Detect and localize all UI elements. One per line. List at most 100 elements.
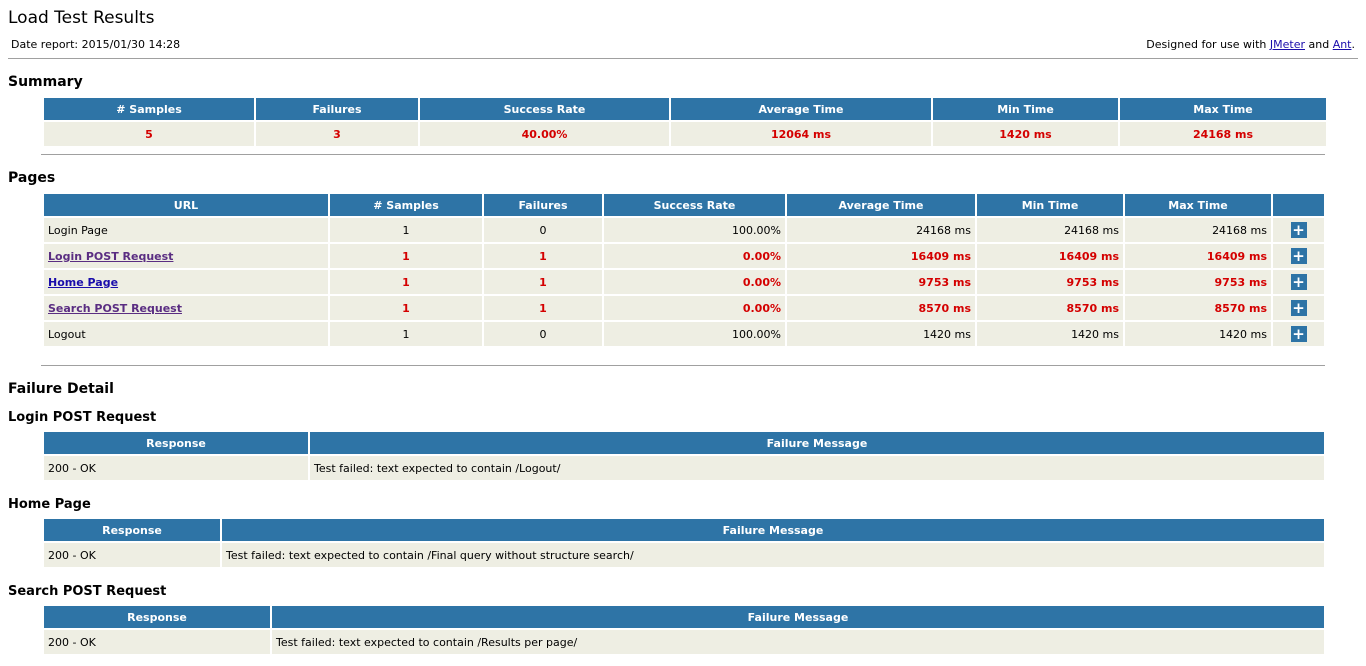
ant-link[interactable]: Ant bbox=[1333, 38, 1352, 51]
table-row: Home Page 1 1 0.00% 9753 ms 9753 ms 9753… bbox=[44, 270, 1324, 294]
summary-heading: Summary bbox=[8, 74, 83, 90]
page-success-rate: 100.00% bbox=[604, 218, 785, 242]
page-max-time: 1420 ms bbox=[1125, 322, 1271, 346]
page-url: Logout bbox=[44, 322, 328, 346]
failure-header-response: Response bbox=[44, 432, 308, 454]
expand-plus-icon[interactable]: + bbox=[1290, 222, 1307, 238]
summary-values-row: 5 3 40.00% 12064 ms 1420 ms 24168 ms bbox=[44, 122, 1326, 146]
page-max-time: 9753 ms bbox=[1125, 270, 1271, 294]
page-failures: 1 bbox=[484, 244, 602, 268]
expand-cell: + bbox=[1273, 296, 1324, 320]
table-row: 200 - OK Test failed: text expected to c… bbox=[44, 630, 1324, 654]
pages-header-average-time: Average Time bbox=[787, 194, 975, 216]
report-date: Date report: 2015/01/30 14:28 bbox=[11, 38, 181, 51]
expand-plus-icon[interactable]: + bbox=[1290, 274, 1307, 290]
summary-min-time: 1420 ms bbox=[933, 122, 1118, 146]
designed-suffix: . bbox=[1351, 38, 1356, 51]
page-samples: 1 bbox=[330, 244, 482, 268]
page-samples: 1 bbox=[330, 218, 482, 242]
page-average-time: 16409 ms bbox=[787, 244, 975, 268]
pages-header-failures: Failures bbox=[484, 194, 602, 216]
page-samples: 1 bbox=[330, 322, 482, 346]
page-success-rate: 100.00% bbox=[604, 322, 785, 346]
summary-header-max-time: Max Time bbox=[1120, 98, 1326, 120]
page-url: Home Page bbox=[44, 270, 328, 294]
pages-header-samples: # Samples bbox=[330, 194, 482, 216]
expand-plus-icon[interactable]: + bbox=[1290, 300, 1307, 316]
failure-header-message: Failure Message bbox=[222, 519, 1324, 541]
header-divider bbox=[8, 58, 1358, 59]
page-failures: 0 bbox=[484, 218, 602, 242]
page-success-rate: 0.00% bbox=[604, 270, 785, 294]
pages-table: URL # Samples Failures Success Rate Aver… bbox=[42, 192, 1326, 348]
failure-header-response: Response bbox=[44, 519, 220, 541]
table-row: 200 - OK Test failed: text expected to c… bbox=[44, 543, 1324, 567]
designed-prefix: Designed for use with bbox=[1146, 38, 1267, 51]
pages-divider bbox=[41, 365, 1325, 366]
table-row: Login POST Request 1 1 0.00% 16409 ms 16… bbox=[44, 244, 1324, 268]
page-min-time: 9753 ms bbox=[977, 270, 1123, 294]
summary-header-samples: # Samples bbox=[44, 98, 254, 120]
summary-header-row: # Samples Failures Success Rate Average … bbox=[44, 98, 1326, 120]
failure-response: 200 - OK bbox=[44, 543, 220, 567]
page-failures: 1 bbox=[484, 270, 602, 294]
table-row: 200 - OK Test failed: text expected to c… bbox=[44, 456, 1324, 480]
table-row: Login Page 1 0 100.00% 24168 ms 24168 ms… bbox=[44, 218, 1324, 242]
expand-plus-icon[interactable]: + bbox=[1290, 326, 1307, 342]
page-min-time: 8570 ms bbox=[977, 296, 1123, 320]
page-failures: 0 bbox=[484, 322, 602, 346]
failure-header-message: Failure Message bbox=[310, 432, 1324, 454]
pages-header-max-time: Max Time bbox=[1125, 194, 1271, 216]
summary-failures: 3 bbox=[256, 122, 418, 146]
pages-header-expand bbox=[1273, 194, 1324, 216]
failure-group-title: Home Page bbox=[8, 497, 91, 512]
pages-header-success-rate: Success Rate bbox=[604, 194, 785, 216]
page-max-time: 8570 ms bbox=[1125, 296, 1271, 320]
failure-table-home-page: Response Failure Message 200 - OK Test f… bbox=[42, 517, 1326, 569]
pages-header-row: URL # Samples Failures Success Rate Aver… bbox=[44, 194, 1324, 216]
pages-heading: Pages bbox=[8, 170, 56, 186]
failure-header-row: Response Failure Message bbox=[44, 606, 1324, 628]
designed-for-note: Designed for use with JMeter and Ant. bbox=[1146, 38, 1355, 51]
summary-table: # Samples Failures Success Rate Average … bbox=[42, 96, 1328, 148]
jmeter-link[interactable]: JMeter bbox=[1270, 38, 1305, 51]
page-average-time: 9753 ms bbox=[787, 270, 975, 294]
search-post-request-link[interactable]: Search POST Request bbox=[48, 302, 182, 315]
page-min-time: 1420 ms bbox=[977, 322, 1123, 346]
page-url: Login Page bbox=[44, 218, 328, 242]
failure-message: Test failed: text expected to contain /F… bbox=[222, 543, 1324, 567]
summary-samples: 5 bbox=[44, 122, 254, 146]
table-row: Logout 1 0 100.00% 1420 ms 1420 ms 1420 … bbox=[44, 322, 1324, 346]
failure-table-login-post: Response Failure Message 200 - OK Test f… bbox=[42, 430, 1326, 482]
page-average-time: 8570 ms bbox=[787, 296, 975, 320]
failure-header-response: Response bbox=[44, 606, 270, 628]
failure-header-row: Response Failure Message bbox=[44, 432, 1324, 454]
page-success-rate: 0.00% bbox=[604, 244, 785, 268]
expand-cell: + bbox=[1273, 218, 1324, 242]
failure-response: 200 - OK bbox=[44, 630, 270, 654]
page-url: Search POST Request bbox=[44, 296, 328, 320]
designed-mid: and bbox=[1308, 38, 1330, 51]
home-page-link[interactable]: Home Page bbox=[48, 276, 118, 289]
expand-plus-icon[interactable]: + bbox=[1290, 248, 1307, 264]
failure-message: Test failed: text expected to contain /L… bbox=[310, 456, 1324, 480]
page-min-time: 16409 ms bbox=[977, 244, 1123, 268]
page-url: Login POST Request bbox=[44, 244, 328, 268]
failure-group-title: Search POST Request bbox=[8, 584, 167, 599]
summary-header-average-time: Average Time bbox=[671, 98, 931, 120]
failure-group-title: Login POST Request bbox=[8, 410, 157, 425]
summary-header-failures: Failures bbox=[256, 98, 418, 120]
page-title: Load Test Results bbox=[8, 8, 155, 28]
failure-response: 200 - OK bbox=[44, 456, 308, 480]
page-samples: 1 bbox=[330, 270, 482, 294]
expand-cell: + bbox=[1273, 270, 1324, 294]
failure-header-row: Response Failure Message bbox=[44, 519, 1324, 541]
summary-average-time: 12064 ms bbox=[671, 122, 931, 146]
pages-header-url: URL bbox=[44, 194, 328, 216]
page-min-time: 24168 ms bbox=[977, 218, 1123, 242]
summary-divider bbox=[41, 154, 1325, 155]
failure-message: Test failed: text expected to contain /R… bbox=[272, 630, 1324, 654]
failure-header-message: Failure Message bbox=[272, 606, 1324, 628]
failure-table-search-post: Response Failure Message 200 - OK Test f… bbox=[42, 604, 1326, 656]
login-post-request-link[interactable]: Login POST Request bbox=[48, 250, 173, 263]
